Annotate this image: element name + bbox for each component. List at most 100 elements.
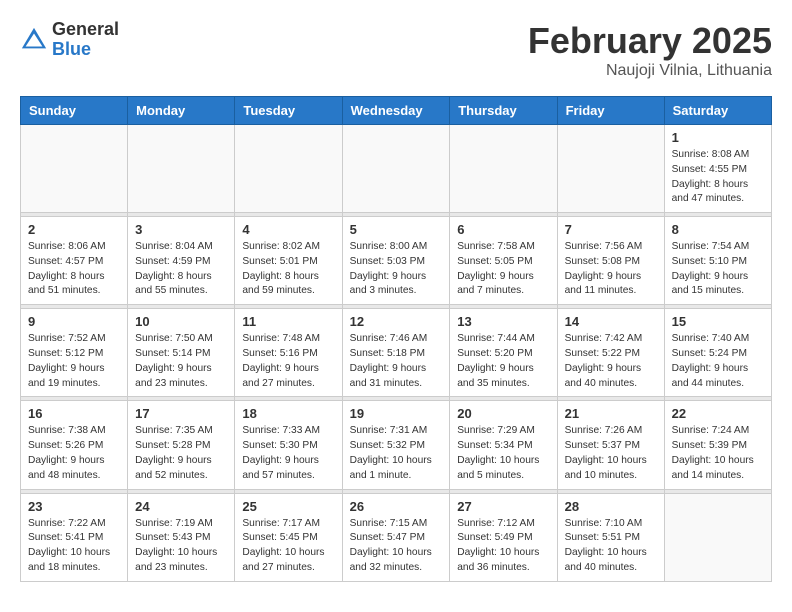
day-info: Sunrise: 7:54 AM Sunset: 5:10 PM Dayligh…	[672, 240, 764, 299]
day-info: Sunrise: 7:31 AM Sunset: 5:32 PM Dayligh…	[350, 424, 443, 483]
day-info: Sunrise: 7:42 AM Sunset: 5:22 PM Dayligh…	[565, 332, 657, 391]
calendar-cell: 5 Sunrise: 8:00 AM Sunset: 5:03 PM Daylig…	[342, 217, 450, 305]
day-number: 17	[135, 406, 227, 421]
logo-blue-text: Blue	[52, 40, 119, 60]
day-info: Sunrise: 7:29 AM Sunset: 5:34 PM Dayligh…	[457, 424, 549, 483]
calendar-cell: 28Sunrise: 7:10 AM Sunset: 5:51 PM Dayli…	[557, 493, 664, 581]
day-header-saturday: Saturday	[664, 97, 771, 125]
day-number: 8	[672, 222, 764, 237]
day-number: 9	[28, 314, 120, 329]
day-header-tuesday: Tuesday	[235, 97, 342, 125]
day-info: Sunrise: 7:38 AM Sunset: 5:26 PM Dayligh…	[28, 424, 120, 483]
day-number: 6	[457, 222, 549, 237]
calendar-cell: 7 Sunrise: 7:56 AM Sunset: 5:08 PM Daylig…	[557, 217, 664, 305]
location: Naujoji Vilnia, Lithuania	[528, 62, 772, 80]
day-number: 24	[135, 499, 227, 514]
logo-general-text: General	[52, 20, 119, 40]
day-number: 19	[350, 406, 443, 421]
day-info: Sunrise: 7:26 AM Sunset: 5:37 PM Dayligh…	[565, 424, 657, 483]
day-info: Sunrise: 7:22 AM Sunset: 5:41 PM Dayligh…	[28, 517, 120, 576]
calendar-cell	[21, 125, 128, 213]
day-info: Sunrise: 7:48 AM Sunset: 5:16 PM Dayligh…	[242, 332, 334, 391]
day-info: Sunrise: 7:46 AM Sunset: 5:18 PM Dayligh…	[350, 332, 443, 391]
calendar-cell: 22Sunrise: 7:24 AM Sunset: 5:39 PM Dayli…	[664, 401, 771, 489]
day-number: 2	[28, 222, 120, 237]
calendar-cell: 6 Sunrise: 7:58 AM Sunset: 5:05 PM Daylig…	[450, 217, 557, 305]
day-info: Sunrise: 7:17 AM Sunset: 5:45 PM Dayligh…	[242, 517, 334, 576]
day-header-sunday: Sunday	[21, 97, 128, 125]
day-info: Sunrise: 7:24 AM Sunset: 5:39 PM Dayligh…	[672, 424, 764, 483]
calendar-cell: 2 Sunrise: 8:06 AM Sunset: 4:57 PM Daylig…	[21, 217, 128, 305]
calendar-cell: 24 Sunrise: 7:19 AM Sunset: 5:43 PM Dayli…	[128, 493, 235, 581]
calendar-cell: 26 Sunrise: 7:15 AM Sunset: 5:47 PM Dayli…	[342, 493, 450, 581]
calendar-cell: 1 Sunrise: 8:08 AM Sunset: 4:55 PM Daylig…	[664, 125, 771, 213]
day-header-wednesday: Wednesday	[342, 97, 450, 125]
day-info: Sunrise: 7:33 AM Sunset: 5:30 PM Dayligh…	[242, 424, 334, 483]
title-block: February 2025 Naujoji Vilnia, Lithuania	[528, 20, 772, 80]
day-number: 21	[565, 406, 657, 421]
day-number: 3	[135, 222, 227, 237]
day-info: Sunrise: 7:56 AM Sunset: 5:08 PM Dayligh…	[565, 240, 657, 299]
day-number: 5	[350, 222, 443, 237]
logo-text: General Blue	[52, 20, 119, 60]
day-info: Sunrise: 8:00 AM Sunset: 5:03 PM Dayligh…	[350, 240, 443, 299]
day-info: Sunrise: 7:10 AM Sunset: 5:51 PM Dayligh…	[565, 517, 657, 576]
day-number: 14	[565, 314, 657, 329]
day-info: Sunrise: 7:52 AM Sunset: 5:12 PM Dayligh…	[28, 332, 120, 391]
day-number: 20	[457, 406, 549, 421]
logo-icon	[20, 26, 48, 54]
month-title: February 2025	[528, 20, 772, 62]
day-number: 18	[242, 406, 334, 421]
day-info: Sunrise: 8:02 AM Sunset: 5:01 PM Dayligh…	[242, 240, 334, 299]
day-number: 15	[672, 314, 764, 329]
day-info: Sunrise: 7:40 AM Sunset: 5:24 PM Dayligh…	[672, 332, 764, 391]
day-info: Sunrise: 8:08 AM Sunset: 4:55 PM Dayligh…	[672, 148, 764, 207]
calendar-cell	[664, 493, 771, 581]
calendar-cell	[128, 125, 235, 213]
calendar-cell: 23 Sunrise: 7:22 AM Sunset: 5:41 PM Dayli…	[21, 493, 128, 581]
calendar-cell: 9 Sunrise: 7:52 AM Sunset: 5:12 PM Daylig…	[21, 309, 128, 397]
day-number: 11	[242, 314, 334, 329]
calendar-cell	[342, 125, 450, 213]
calendar-cell: 19 Sunrise: 7:31 AM Sunset: 5:32 PM Dayli…	[342, 401, 450, 489]
calendar-cell: 17 Sunrise: 7:35 AM Sunset: 5:28 PM Dayli…	[128, 401, 235, 489]
calendar-header-row: SundayMondayTuesdayWednesdayThursdayFrid…	[21, 97, 772, 125]
day-info: Sunrise: 7:50 AM Sunset: 5:14 PM Dayligh…	[135, 332, 227, 391]
day-number: 12	[350, 314, 443, 329]
calendar-cell: 8 Sunrise: 7:54 AM Sunset: 5:10 PM Daylig…	[664, 217, 771, 305]
calendar-week-4: 16 Sunrise: 7:38 AM Sunset: 5:26 PM Dayli…	[21, 401, 772, 489]
day-info: Sunrise: 7:44 AM Sunset: 5:20 PM Dayligh…	[457, 332, 549, 391]
day-number: 16	[28, 406, 120, 421]
calendar-cell: 3 Sunrise: 8:04 AM Sunset: 4:59 PM Daylig…	[128, 217, 235, 305]
calendar-table: SundayMondayTuesdayWednesdayThursdayFrid…	[20, 96, 772, 582]
day-info: Sunrise: 8:04 AM Sunset: 4:59 PM Dayligh…	[135, 240, 227, 299]
day-number: 27	[457, 499, 549, 514]
day-number: 7	[565, 222, 657, 237]
calendar-week-2: 2 Sunrise: 8:06 AM Sunset: 4:57 PM Daylig…	[21, 217, 772, 305]
calendar-cell: 20 Sunrise: 7:29 AM Sunset: 5:34 PM Dayli…	[450, 401, 557, 489]
calendar-cell: 13 Sunrise: 7:44 AM Sunset: 5:20 PM Dayli…	[450, 309, 557, 397]
day-info: Sunrise: 7:35 AM Sunset: 5:28 PM Dayligh…	[135, 424, 227, 483]
day-info: Sunrise: 8:06 AM Sunset: 4:57 PM Dayligh…	[28, 240, 120, 299]
calendar-week-5: 23 Sunrise: 7:22 AM Sunset: 5:41 PM Dayli…	[21, 493, 772, 581]
calendar-cell: 10Sunrise: 7:50 AM Sunset: 5:14 PM Dayli…	[128, 309, 235, 397]
calendar-cell: 15 Sunrise: 7:40 AM Sunset: 5:24 PM Dayli…	[664, 309, 771, 397]
calendar-cell	[450, 125, 557, 213]
day-info: Sunrise: 7:12 AM Sunset: 5:49 PM Dayligh…	[457, 517, 549, 576]
calendar-cell: 11 Sunrise: 7:48 AM Sunset: 5:16 PM Dayli…	[235, 309, 342, 397]
day-number: 23	[28, 499, 120, 514]
calendar-cell: 25Sunrise: 7:17 AM Sunset: 5:45 PM Dayli…	[235, 493, 342, 581]
day-number: 26	[350, 499, 443, 514]
day-info: Sunrise: 7:58 AM Sunset: 5:05 PM Dayligh…	[457, 240, 549, 299]
day-info: Sunrise: 7:19 AM Sunset: 5:43 PM Dayligh…	[135, 517, 227, 576]
calendar-cell: 4 Sunrise: 8:02 AM Sunset: 5:01 PM Daylig…	[235, 217, 342, 305]
day-number: 13	[457, 314, 549, 329]
day-header-monday: Monday	[128, 97, 235, 125]
calendar-cell: 18 Sunrise: 7:33 AM Sunset: 5:30 PM Dayli…	[235, 401, 342, 489]
calendar-week-3: 9 Sunrise: 7:52 AM Sunset: 5:12 PM Daylig…	[21, 309, 772, 397]
day-header-thursday: Thursday	[450, 97, 557, 125]
page-header: General Blue February 2025 Naujoji Vilni…	[20, 20, 772, 80]
day-info: Sunrise: 7:15 AM Sunset: 5:47 PM Dayligh…	[350, 517, 443, 576]
day-number: 1	[672, 130, 764, 145]
day-number: 4	[242, 222, 334, 237]
